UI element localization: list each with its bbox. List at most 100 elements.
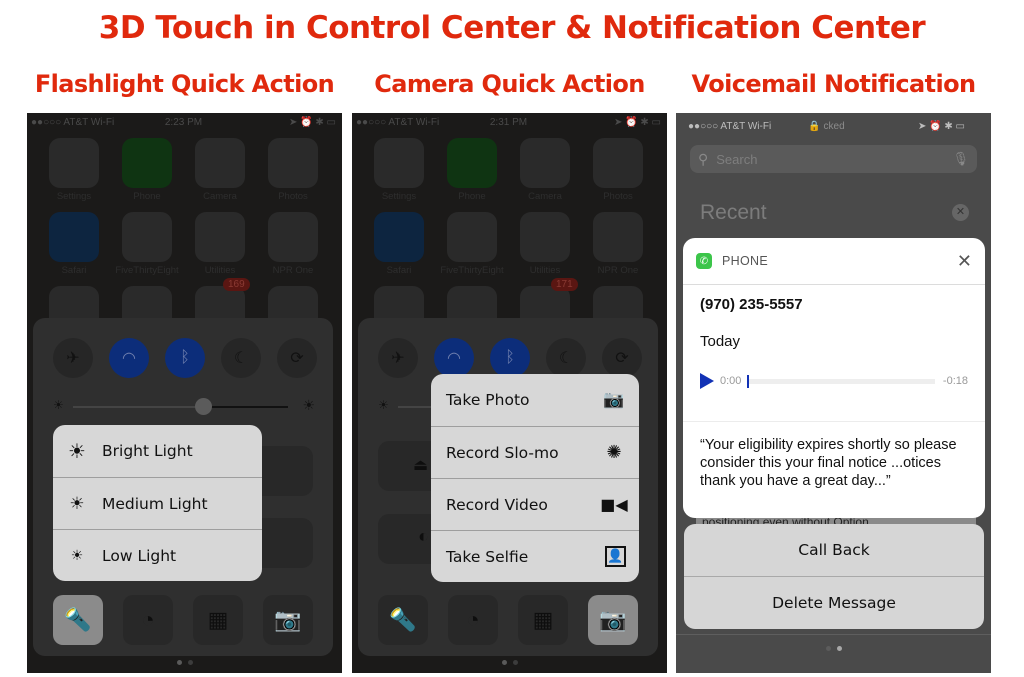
menu-item-take-selfie[interactable]: Take Selfie 👤 — [431, 530, 639, 582]
app-fivethirtyeight[interactable] — [447, 212, 497, 262]
sun-medium-icon: ☀ — [69, 493, 85, 514]
menu-item-take-photo[interactable]: Take Photo 📷 — [431, 374, 639, 426]
flashlight-quick-action-menu: ☀ Bright Light ☀ Medium Light ☀ Low Ligh… — [53, 425, 262, 581]
brightness-slider-thumb[interactable] — [195, 398, 212, 415]
playback-progress-bar[interactable] — [747, 374, 935, 388]
brightness-slider-track[interactable] — [73, 406, 203, 408]
app-npr-one[interactable] — [593, 212, 643, 262]
app-photos[interactable] — [593, 138, 643, 188]
page-title: 3D Touch in Control Center & Notificatio… — [98, 10, 926, 46]
flashlight-button[interactable]: 🔦 — [53, 595, 103, 645]
sun-bright-icon: ☀ — [68, 439, 86, 463]
wifi-toggle[interactable]: ◠ — [109, 338, 149, 378]
airplane-mode-toggle[interactable]: ✈ — [378, 338, 418, 378]
app-camera[interactable] — [195, 138, 245, 188]
notification-actions: Call Back Delete Message — [684, 524, 984, 629]
brightness-low-icon: ☀ — [378, 398, 389, 412]
app-label: Camera — [203, 191, 237, 202]
app-safari[interactable] — [374, 212, 424, 262]
carrier: ●●○○○ AT&T Wi-Fi — [31, 116, 115, 128]
menu-item-label: Take Photo — [446, 391, 530, 409]
delete-message-button[interactable]: Delete Message — [684, 576, 984, 628]
voicemail-date: Today — [700, 333, 741, 350]
app-safari[interactable] — [49, 212, 99, 262]
app-utilities[interactable] — [520, 212, 570, 262]
app-label: Phone — [133, 191, 161, 202]
calculator-button[interactable]: ▦ — [518, 595, 568, 645]
sun-low-icon: ☀ — [70, 547, 84, 564]
rotation-lock-icon: ⟳ — [290, 350, 304, 367]
menu-item-label: Low Light — [102, 546, 177, 565]
clock: 2:23 PM — [164, 116, 203, 128]
brightness-high-icon: ☀ — [302, 397, 315, 413]
wifi-toggle[interactable]: ◠ — [434, 338, 474, 378]
app-npr-one[interactable] — [268, 212, 318, 262]
notification-header: ✆ PHONE ✕ — [683, 238, 985, 285]
menu-item-label: Record Slo-mo — [446, 443, 559, 462]
do-not-disturb-toggle[interactable]: ☾ — [221, 338, 261, 378]
lock-status: 🔒 cked — [808, 120, 845, 132]
brightness-slider-fill — [203, 406, 288, 408]
calculator-icon: ▦ — [207, 607, 229, 632]
app-photos[interactable] — [268, 138, 318, 188]
divider — [676, 634, 991, 635]
app-settings[interactable] — [374, 138, 424, 188]
notification-badge: 169 — [223, 278, 250, 291]
menu-item-medium-light[interactable]: ☀ Medium Light — [53, 477, 262, 529]
timer-button[interactable]: ◔ — [123, 595, 173, 645]
brightness-low-icon: ☀ — [53, 398, 64, 412]
search-icon: ⚲ — [698, 150, 709, 167]
bluetooth-toggle[interactable]: ᛒ — [490, 338, 530, 378]
notification-app-name: PHONE — [722, 254, 768, 268]
timer-button[interactable]: ◔ — [448, 595, 498, 645]
app-phone[interactable] — [122, 138, 172, 188]
bluetooth-toggle[interactable]: ᛒ — [165, 338, 205, 378]
menu-item-label: Bright Light — [102, 442, 193, 460]
app-label: Safari — [386, 265, 412, 276]
caller-number: (970) 235-5557 — [700, 296, 803, 313]
microphone-icon[interactable]: 🎙 — [952, 151, 969, 167]
app-utilities[interactable] — [195, 212, 245, 262]
app-label: NPR One — [597, 265, 639, 276]
status-bar: ●●○○○ AT&T Wi-Fi 2:31 PM ➤ ⏰ ✱ ▭ — [356, 115, 661, 129]
status-icons: ➤ ⏰ ✱ ▭ — [289, 116, 336, 128]
camera-quick-action-menu: Take Photo 📷 Record Slo-mo ✺ Record Vide… — [431, 374, 639, 582]
clock: 2:31 PM — [489, 116, 528, 128]
app-settings[interactable] — [49, 138, 99, 188]
app-fivethirtyeight[interactable] — [122, 212, 172, 262]
bluetooth-icon: ᛒ — [180, 349, 190, 366]
playback-scrubber[interactable] — [747, 374, 750, 388]
voicemail-player: 0:00 -0:18 — [700, 371, 968, 391]
rotation-lock-toggle[interactable]: ⟳ — [277, 338, 317, 378]
do-not-disturb-toggle[interactable]: ☾ — [546, 338, 586, 378]
menu-item-low-light[interactable]: ☀ Low Light — [53, 529, 262, 581]
play-icon[interactable] — [700, 373, 714, 389]
menu-item-record-slo-mo[interactable]: Record Slo-mo ✺ — [431, 426, 639, 478]
rotation-lock-toggle[interactable]: ⟳ — [602, 338, 642, 378]
calculator-icon: ▦ — [532, 607, 554, 632]
voicemail-transcript: “Your eligibility expires shortly so ple… — [700, 437, 957, 489]
app-label: Camera — [528, 191, 562, 202]
moon-icon: ☾ — [233, 350, 249, 367]
calculator-button[interactable]: ▦ — [193, 595, 243, 645]
camera-button[interactable]: 📷 — [588, 595, 638, 645]
close-icon[interactable]: ✕ — [957, 251, 972, 272]
app-label: NPR One — [272, 265, 314, 276]
status-icons: ➤ ⏰ ✱ ▭ — [614, 116, 661, 128]
search-field[interactable]: ⚲ Search 🎙 — [690, 145, 977, 173]
clear-recent-button[interactable]: ✕ — [952, 204, 969, 221]
app-label: Photos — [603, 191, 633, 202]
menu-item-bright-light[interactable]: ☀ Bright Light — [53, 425, 262, 477]
app-phone[interactable] — [447, 138, 497, 188]
remaining-time: -0:18 — [942, 375, 968, 387]
menu-item-record-video[interactable]: Record Video ■◀ — [431, 478, 639, 530]
camera-button[interactable]: 📷 — [263, 595, 313, 645]
app-camera[interactable] — [520, 138, 570, 188]
flashlight-button[interactable]: 🔦 — [378, 595, 428, 645]
panel-heading-voicemail: Voicemail Notification — [691, 70, 977, 98]
carrier: ●●○○○ AT&T Wi-Fi — [356, 116, 440, 128]
camera-icon: 📷 — [603, 390, 625, 410]
call-back-button[interactable]: Call Back — [684, 524, 984, 576]
airplane-mode-toggle[interactable]: ✈ — [53, 338, 93, 378]
rotation-lock-icon: ⟳ — [615, 350, 629, 367]
